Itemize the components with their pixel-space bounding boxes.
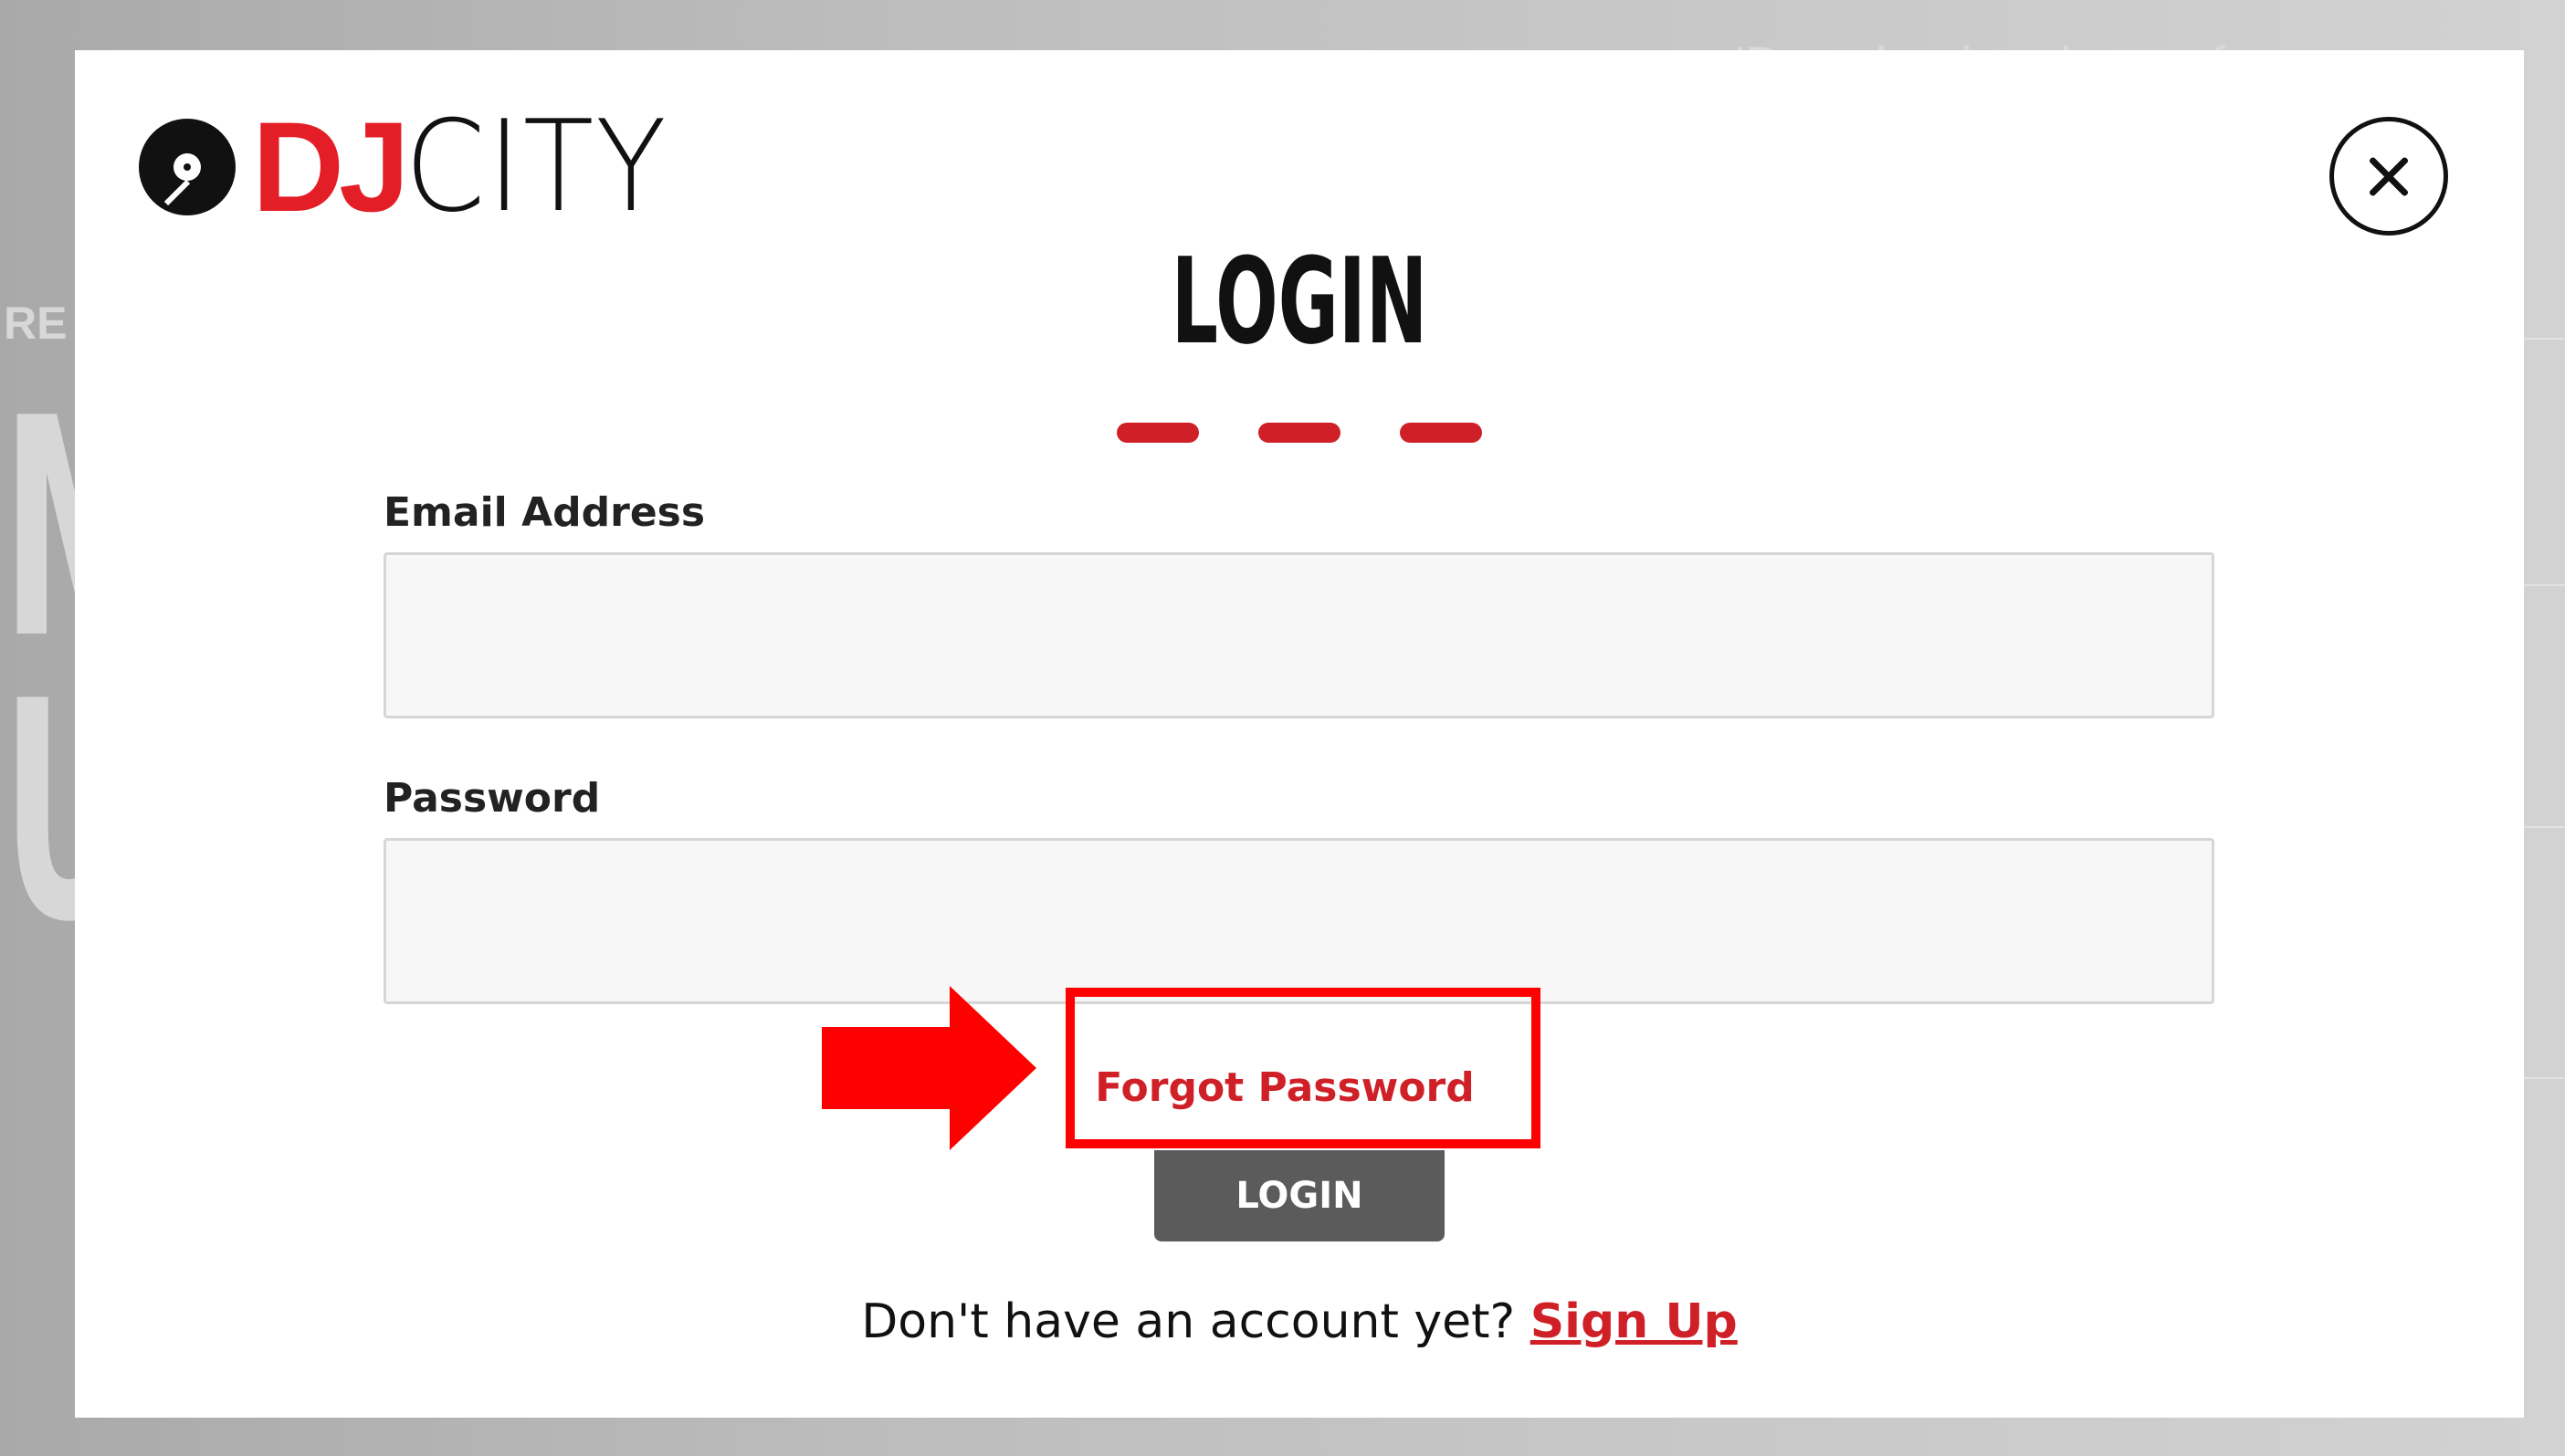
record-center (173, 152, 201, 181)
logo-text-dj: DJ (252, 94, 410, 238)
modal-title: LOGIN (1171, 232, 1428, 371)
annotation-highlight-box (1066, 988, 1540, 1148)
signup-link[interactable]: Sign Up (1530, 1294, 1738, 1349)
vinyl-record-icon (139, 118, 236, 215)
signup-row: Don't have an account yet? Sign Up (75, 1294, 2524, 1350)
background-divider (2524, 338, 2565, 340)
annotation-arrow-icon (822, 986, 1036, 1150)
background-divider (2524, 1077, 2565, 1079)
background-divider (2524, 826, 2565, 828)
title-underline-dash (1117, 423, 1199, 443)
login-modal: DJ CITY LOGIN Email Address Password For… (75, 50, 2524, 1418)
djcity-logo: DJ CITY (139, 102, 691, 230)
email-input[interactable] (384, 552, 2214, 718)
logo-text-city: CITY (404, 92, 668, 240)
background-divider (2524, 584, 2565, 586)
close-button[interactable] (2329, 117, 2448, 236)
title-underline-dash (1258, 423, 1340, 443)
password-input[interactable] (384, 838, 2214, 1004)
email-label: Email Address (384, 489, 706, 536)
password-label: Password (384, 775, 601, 822)
signup-prompt: Don't have an account yet? (861, 1294, 1516, 1349)
login-button[interactable]: LOGIN (1154, 1150, 1445, 1241)
annotation-arrow-shape (822, 986, 1036, 1150)
title-underline-dash (1400, 423, 1482, 443)
record-needle (163, 179, 191, 205)
